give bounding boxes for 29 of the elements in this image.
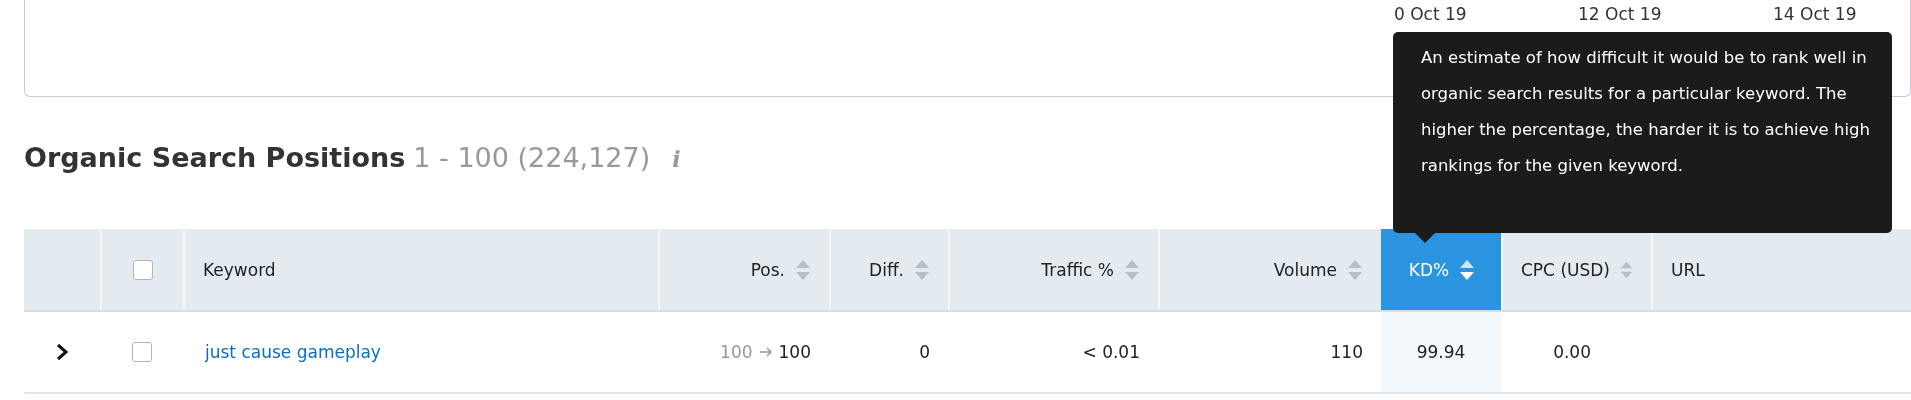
kd-value: 99.94	[1416, 342, 1466, 362]
sort-icon	[1347, 258, 1363, 281]
section-title: Organic Search Positions	[24, 142, 406, 173]
sort-icon	[1124, 258, 1140, 281]
traffic-value: < 0.01	[1082, 342, 1140, 362]
cpc-value: 0.00	[1553, 342, 1591, 362]
current-position: 100	[778, 342, 811, 362]
column-header[interactable]: Diff.	[829, 229, 948, 310]
axis-label: 14 Oct 19	[1773, 4, 1857, 24]
previous-position: 100	[720, 342, 753, 362]
result-count: 1 - 100 (224,127)	[413, 142, 651, 173]
volume-value: 110	[1330, 342, 1363, 362]
axis-label: 12 Oct 19	[1578, 4, 1662, 24]
diff-value: 0	[919, 342, 930, 362]
column-header[interactable]: Traffic %	[948, 229, 1158, 310]
arrow-icon	[758, 346, 773, 358]
axis-label: 0 Oct 19	[1394, 4, 1467, 24]
expand-chevron-icon[interactable]	[55, 343, 69, 361]
column-header[interactable]: URL	[1651, 229, 1911, 310]
sort-icon	[795, 258, 811, 281]
row-checkbox[interactable]	[131, 342, 152, 362]
sort-icon	[1459, 258, 1476, 281]
keyword-link[interactable]: just cause gameplay	[201, 342, 381, 362]
column-header[interactable]: Keyword	[183, 229, 658, 310]
column-header[interactable]: Pos.	[658, 229, 829, 310]
tooltip-text: An estimate of how difficult it would be to rank well in organic search results for a particular keyword. The higher the percentage, the harder it is to achieve high rankings for the given keyword.	[1421, 47, 1871, 177]
column-header[interactable]: CPC (USD)	[1501, 229, 1651, 310]
sort-icon	[914, 258, 930, 281]
select-all-checkbox[interactable]	[132, 259, 153, 280]
